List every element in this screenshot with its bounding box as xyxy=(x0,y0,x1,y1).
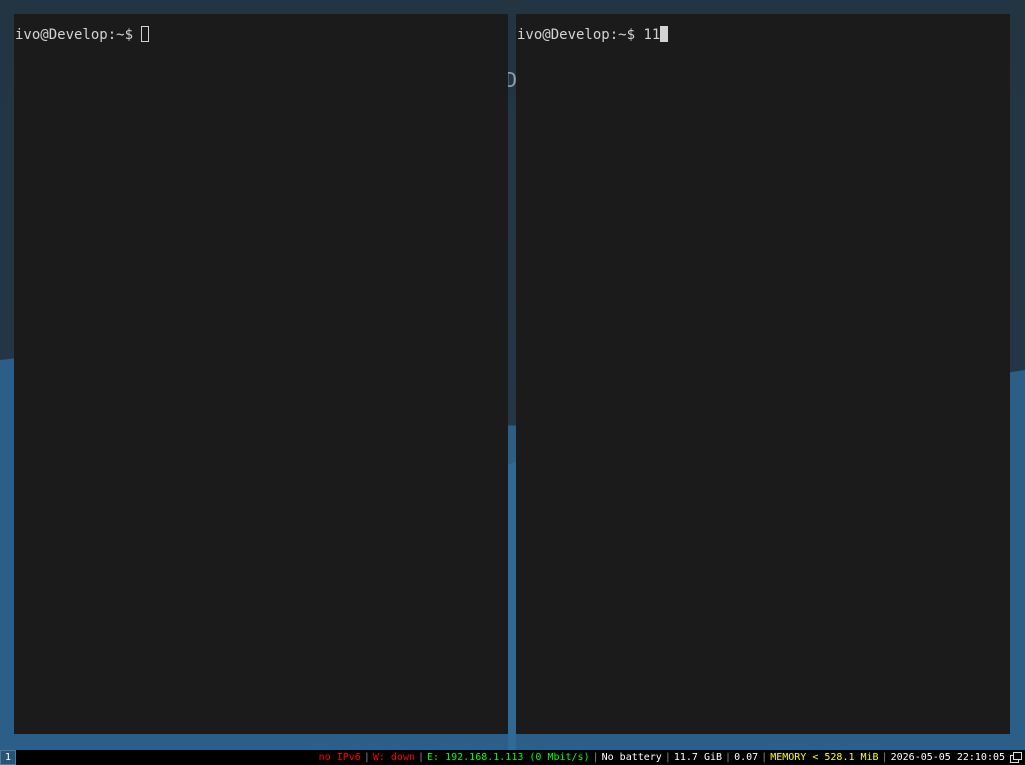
battery-status: No battery xyxy=(601,752,662,763)
terminal-prompt-line: ivo@Develop:~$ 11 xyxy=(517,26,669,44)
status-items: no IPv6 | W: down | E: 192.168.1.113 (0 Mbit… xyxy=(319,750,1005,765)
separator: | xyxy=(664,752,671,763)
network-tray-icon[interactable] xyxy=(1010,752,1022,763)
separator: | xyxy=(418,752,425,763)
separator: | xyxy=(725,752,732,763)
load-status: 0.07 xyxy=(734,752,759,763)
shell-prompt: ivo@Develop:~$ xyxy=(15,27,134,43)
ipv6-status: no IPv6 xyxy=(318,752,361,763)
terminal-window-right[interactable]: ivo@Develop:~$ 11 xyxy=(516,14,1010,734)
memory-status: MEMORY < 528.1 MiB xyxy=(770,752,879,763)
separator: | xyxy=(363,752,370,763)
datetime-status: 2026-05-05 22:10:05 xyxy=(890,752,1005,763)
disk-status: 11.7 GiB xyxy=(673,752,723,763)
ethernet-status: E: 192.168.1.113 (0 Mbit/s) xyxy=(427,752,590,763)
status-bar: 1 no IPv6 | W: down | E: 192.168.1.113 (0 Mb… xyxy=(0,750,1025,765)
desktop-background: D ivo@Develop:~$ ivo@Develop:~$ 11 xyxy=(0,0,1025,750)
terminal-window-left[interactable]: ivo@Develop:~$ xyxy=(14,14,508,734)
terminal-input[interactable]: 11 xyxy=(643,27,660,43)
wireless-status: W: down xyxy=(372,752,415,763)
separator: | xyxy=(761,752,768,763)
terminal-prompt-line: ivo@Develop:~$ xyxy=(15,26,150,44)
shell-prompt: ivo@Develop:~$ xyxy=(517,27,636,43)
separator: | xyxy=(881,752,888,763)
terminal-cursor xyxy=(141,26,150,42)
workspace-button[interactable]: 1 xyxy=(0,750,16,765)
terminal-cursor xyxy=(660,26,669,42)
separator: | xyxy=(592,752,599,763)
